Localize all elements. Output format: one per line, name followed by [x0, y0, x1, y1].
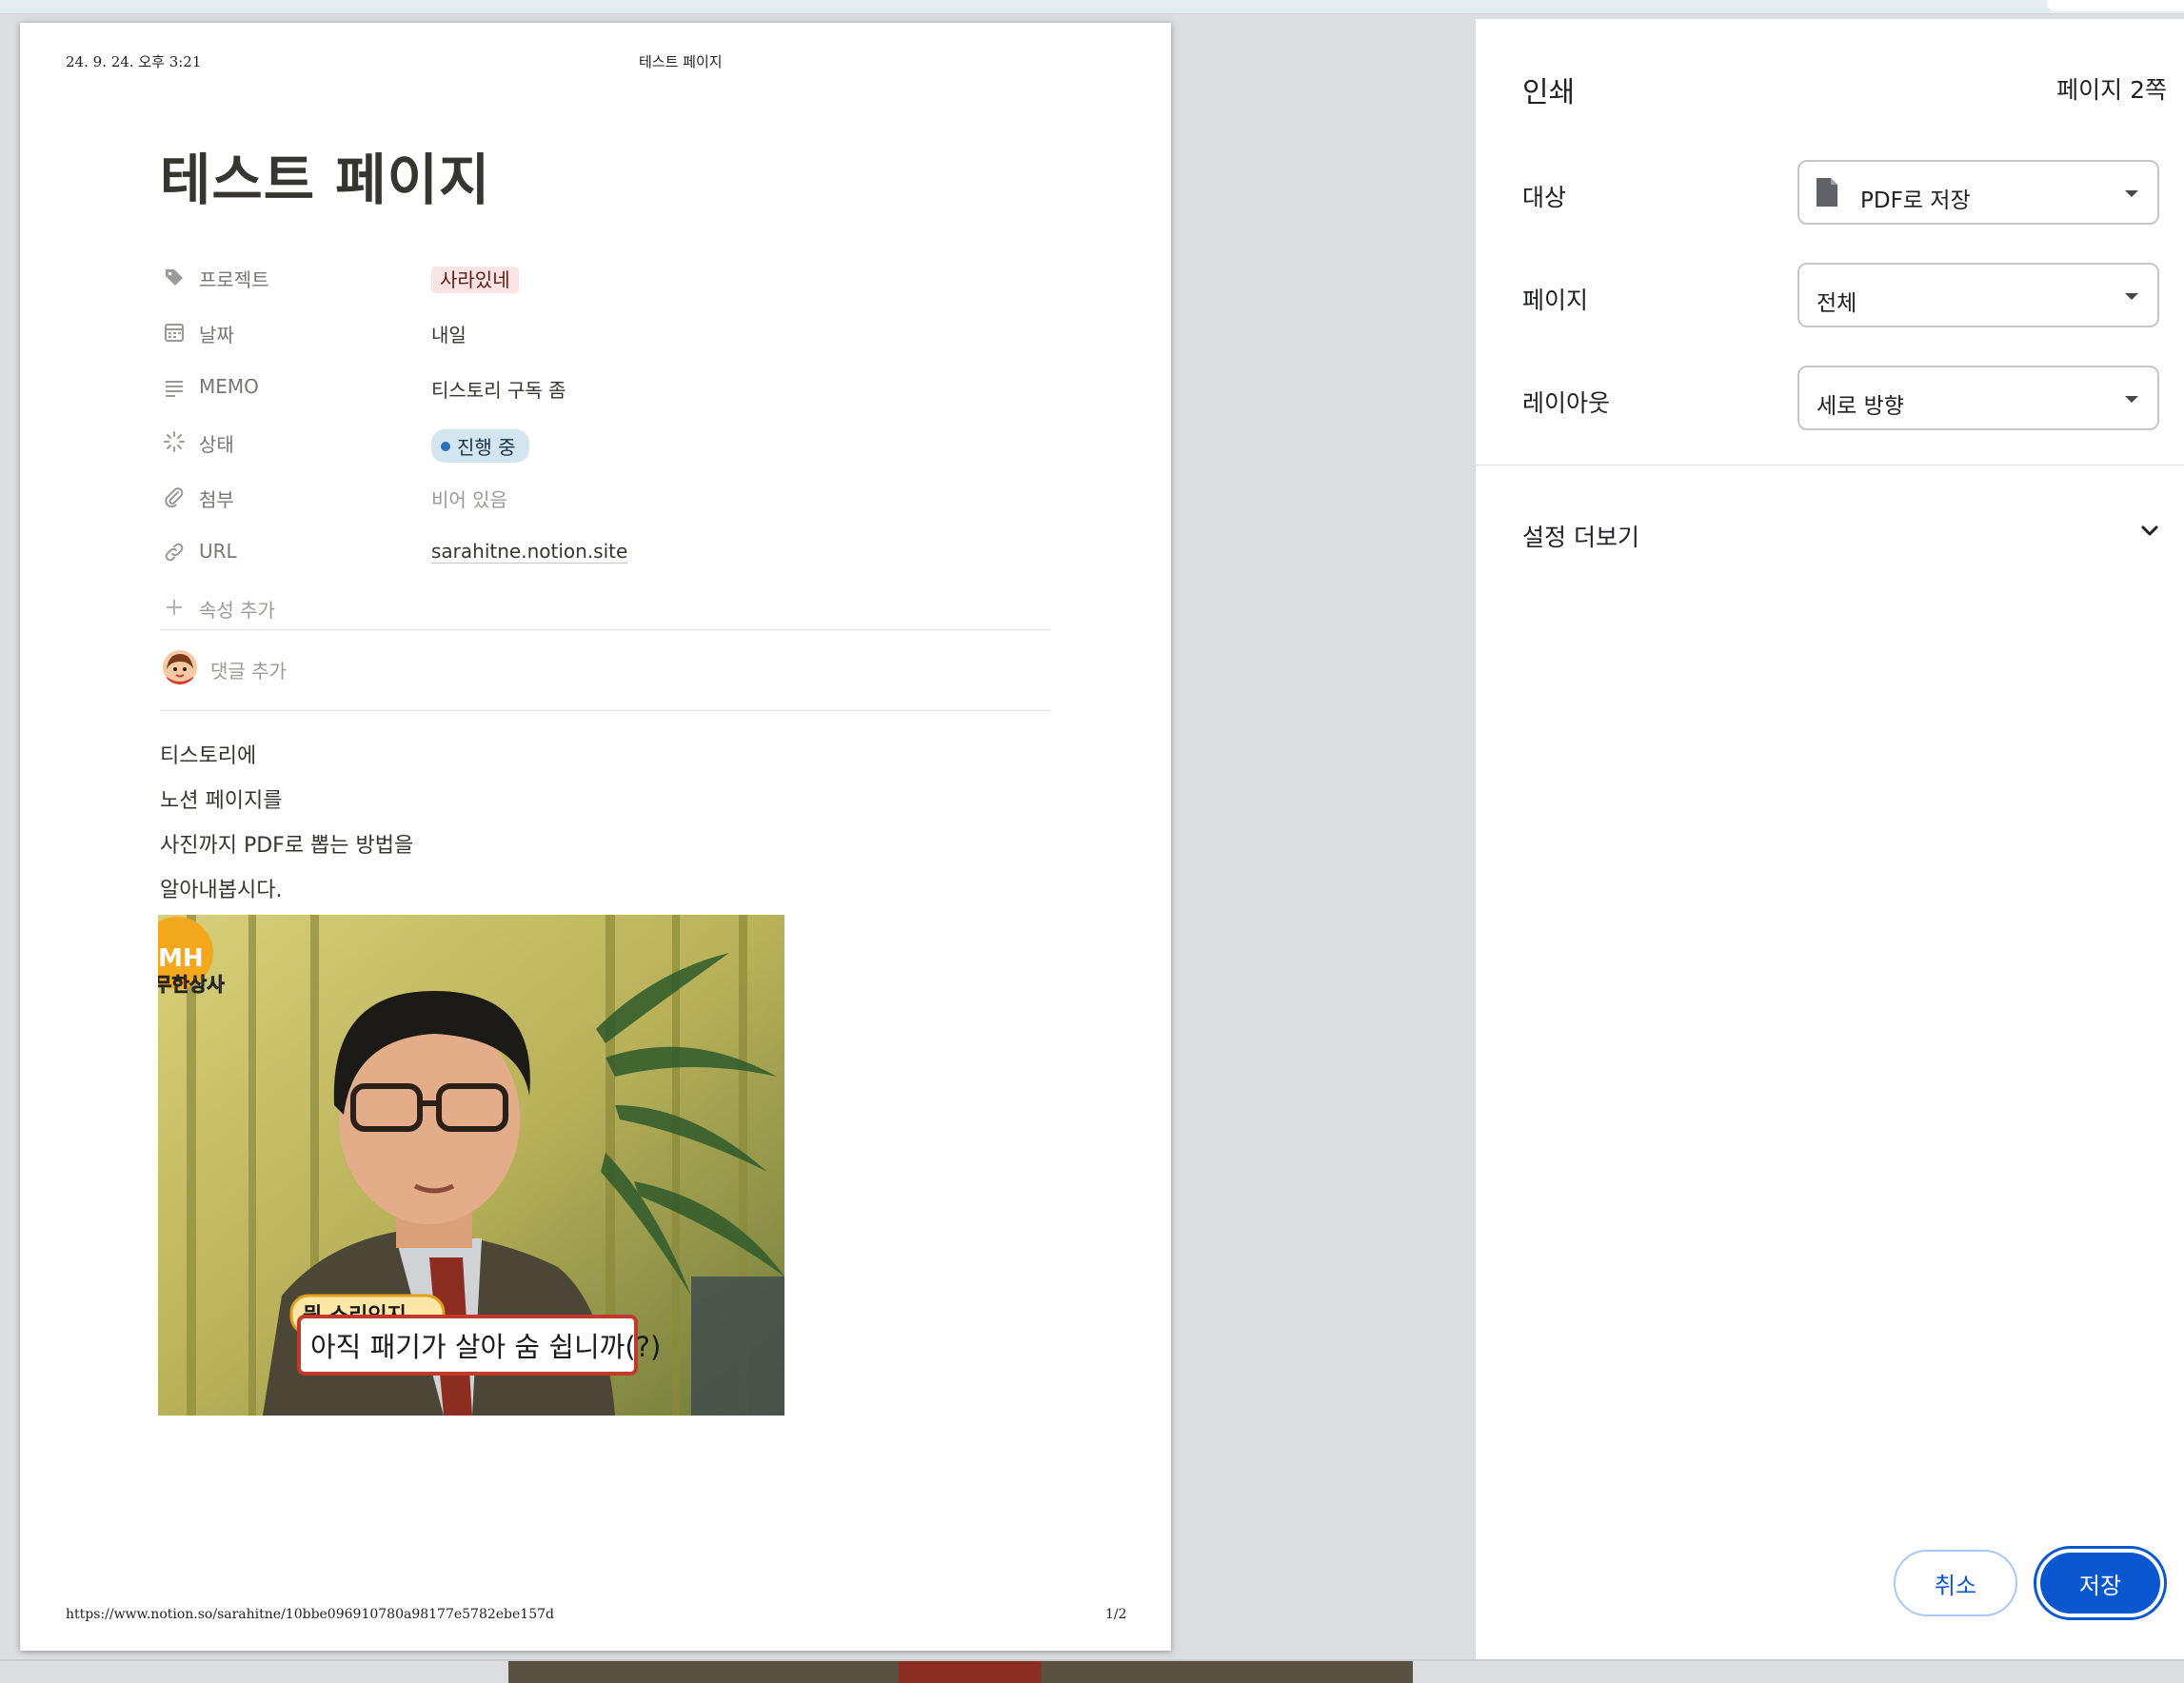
- property-value: 진행 중: [431, 429, 529, 463]
- body-paragraph: 알아내봅시다.: [160, 879, 283, 902]
- property-name: 상태: [199, 433, 234, 456]
- property-url-link[interactable]: sarahitne.notion.site: [431, 540, 628, 564]
- dropdown-caret-icon: [2125, 190, 2138, 197]
- browser-top-strip: [0, 0, 2184, 14]
- next-page-image-fragment: [899, 1661, 1042, 1683]
- property-name: MEMO: [199, 375, 259, 398]
- dropdown-caret-icon: [2125, 293, 2138, 300]
- print-preview-page[interactable]: 24. 9. 24. 오후 3:21 테스트 페이지 테스트 페이지 프로젝트 …: [20, 23, 1171, 1651]
- link-icon: [165, 543, 184, 562]
- embedded-photo: MH 무한상사 뭔 소리인지... 아직 패기가 살아 숨 쉽니까(?): [158, 915, 784, 1416]
- dialog-title: 인쇄: [1522, 76, 1576, 109]
- pages-value: 전체: [1817, 291, 1857, 316]
- save-button-label: 저장: [2040, 1553, 2160, 1614]
- next-preview-page-peek[interactable]: [508, 1661, 1413, 1683]
- preview-footer-page-number: 1/2: [1105, 1607, 1127, 1622]
- show-corner-caption: 무한상사: [158, 973, 225, 996]
- property-value: 비어 있음: [431, 488, 507, 511]
- status-spinner-icon: [164, 431, 185, 452]
- destination-select[interactable]: PDF로 저장: [1797, 160, 2159, 225]
- file-icon: [1817, 178, 1837, 207]
- property-value: 티스토리 구독 좀: [431, 379, 566, 402]
- chevron-down-icon[interactable]: [2138, 520, 2161, 543]
- text-lines-icon: [166, 381, 183, 397]
- body-paragraph: 노션 페이지를: [160, 789, 283, 813]
- property-value: 사라있네: [431, 265, 519, 293]
- add-property-row[interactable]: 속성 추가: [163, 588, 972, 626]
- property-row-date: 날짜 내일: [163, 313, 972, 351]
- preview-header-date: 24. 9. 24. 오후 3:21: [66, 53, 202, 70]
- layout-value: 세로 방향: [1817, 394, 1904, 419]
- calendar-icon: [165, 324, 184, 342]
- property-row-project: 프로젝트 사라있네: [163, 258, 972, 296]
- destination-label: 대상: [1522, 184, 1567, 211]
- preview-header-title: 테스트 페이지: [639, 53, 723, 70]
- dropdown-caret-icon: [2125, 396, 2138, 403]
- project-tag: 사라있네: [431, 267, 519, 293]
- divider: [160, 710, 1051, 711]
- layout-select[interactable]: 세로 방향: [1797, 366, 2159, 430]
- pages-select[interactable]: 전체: [1797, 263, 2159, 327]
- property-row-memo: MEMO 티스토리 구독 좀: [163, 368, 972, 406]
- body-paragraph: 티스토리에: [160, 744, 257, 768]
- body-paragraph: 사진까지 PDF로 뽑는 방법을: [160, 834, 414, 858]
- show-logo-text: MH: [158, 944, 204, 973]
- divider: [160, 629, 1051, 630]
- add-comment-label: 댓글 추가: [210, 660, 287, 683]
- preview-footer-url: https://www.notion.so/sarahitne/10bbe096…: [66, 1607, 554, 1622]
- tag-icon: [166, 269, 183, 286]
- plus-icon: [167, 600, 182, 615]
- page-title: 테스트 페이지: [160, 148, 491, 212]
- page-count: 페이지 2쪽: [2056, 76, 2167, 104]
- add-comment-row[interactable]: 댓글 추가: [163, 648, 639, 686]
- destination-value: PDF로 저장: [1860, 188, 1971, 213]
- property-row-url: URL sarahitne.notion.site: [163, 533, 972, 571]
- image-caption-main: 아직 패기가 살아 숨 쉽니까(?): [310, 1331, 661, 1363]
- property-name: 날짜: [199, 324, 234, 346]
- property-row-attachment: 첨부 비어 있음: [163, 478, 972, 516]
- layout-label: 레이아웃: [1522, 389, 1611, 417]
- pages-label: 페이지: [1522, 287, 1589, 314]
- property-name: 첨부: [199, 488, 234, 511]
- property-name: 프로젝트: [199, 268, 269, 291]
- print-dialog: 인쇄 페이지 2쪽 대상 PDF로 저장 페이지 전체 레이아웃 세로 방향 설…: [1476, 19, 2184, 1659]
- cancel-button[interactable]: 취소: [1894, 1550, 2017, 1616]
- avatar: [163, 650, 197, 684]
- save-button[interactable]: 저장: [2034, 1546, 2167, 1620]
- more-settings-toggle[interactable]: 설정 더보기: [1522, 519, 1639, 553]
- paperclip-icon: [165, 487, 184, 508]
- status-badge-label: 진행 중: [457, 436, 516, 459]
- status-badge: 진행 중: [431, 429, 529, 463]
- property-value: 내일: [431, 324, 467, 346]
- browser-tab-edge: [2047, 0, 2184, 11]
- add-property-label: 속성 추가: [199, 599, 275, 622]
- property-name: URL: [199, 540, 237, 563]
- property-row-status: 상태 진행 중: [163, 423, 972, 463]
- status-dot: [441, 441, 450, 451]
